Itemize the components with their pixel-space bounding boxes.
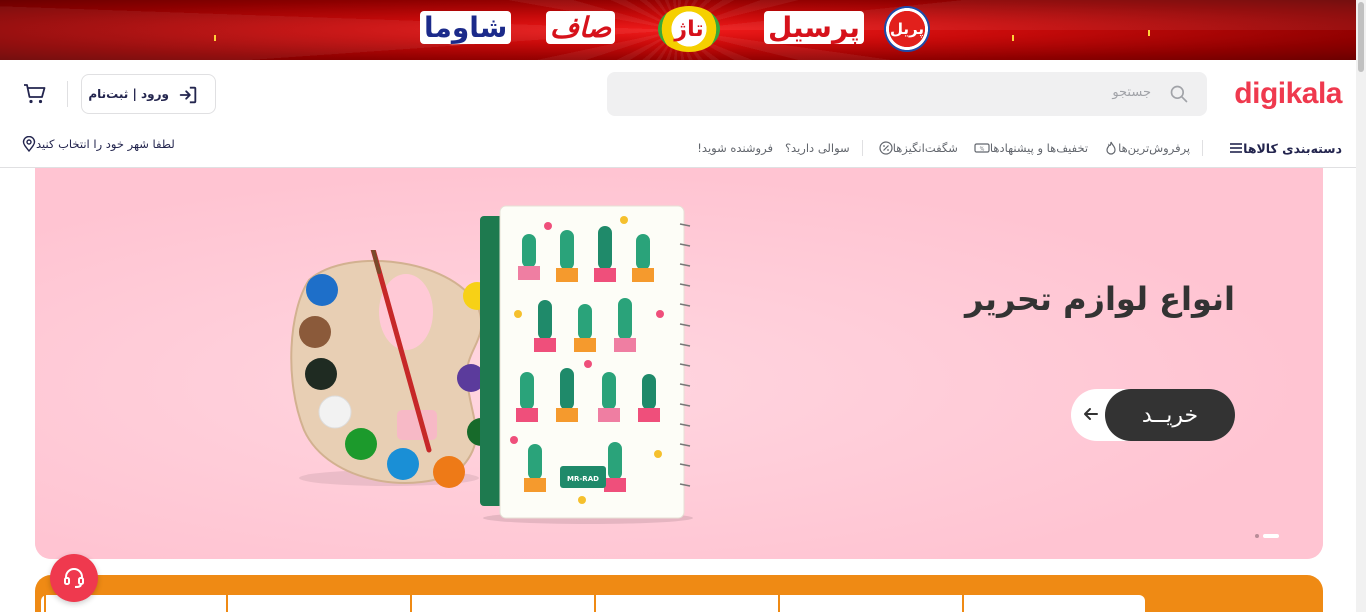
- promo-banner[interactable]: شاوما صاف تاژ پرسیل پریل: [0, 0, 1356, 60]
- location-pin-icon: [22, 136, 36, 152]
- location-selector[interactable]: لطفا شهر خود را انتخاب کنید: [16, 136, 175, 152]
- brand-tage-logo: تاژ: [658, 6, 720, 52]
- location-label: لطفا شهر خود را انتخاب کنید: [36, 137, 175, 151]
- promo-sparkle: [214, 35, 216, 41]
- main-nav: دسته‌بندی کالاها پرفروش‌ترین‌ها % تخفیف‌…: [685, 138, 1342, 158]
- card-separator: [778, 595, 780, 612]
- brand-persil-logo: پرسیل: [764, 11, 864, 44]
- buy-button[interactable]: خریــد: [1105, 389, 1235, 441]
- paint-palette-image: [290, 250, 489, 488]
- scrollbar-thumb[interactable]: [1358, 2, 1364, 72]
- percent-icon: [879, 141, 893, 155]
- nav-item-discounts[interactable]: % تخفیف‌ها و پیشنهادها: [970, 141, 1088, 155]
- offers-cards-strip: [41, 595, 1145, 612]
- support-chat-button[interactable]: [50, 554, 98, 602]
- page-scrollbar[interactable]: [1356, 0, 1366, 612]
- cactus-notebook-image: MR-RAD: [480, 205, 693, 524]
- nav-categories[interactable]: دسته‌بندی کالاها: [1225, 141, 1342, 156]
- nav-divider: [1202, 140, 1204, 156]
- slider-dot-active[interactable]: [1263, 534, 1279, 538]
- cart-icon[interactable]: [23, 83, 47, 105]
- search-placeholder: جستجو: [1112, 85, 1151, 100]
- nav-item-label: شگفت‌انگیزها: [892, 141, 958, 155]
- promo-sparkle: [1148, 30, 1150, 36]
- hero-title: انواع لوازم تحریر: [965, 280, 1235, 318]
- brand-saf-logo: صاف: [546, 11, 616, 44]
- svg-text:%: %: [980, 147, 985, 153]
- buy-cta[interactable]: خریــد: [1071, 389, 1235, 441]
- promo-sparkle: [1012, 35, 1014, 41]
- card-separator: [962, 595, 964, 612]
- headset-icon: [64, 568, 84, 588]
- nav-item-amazing[interactable]: شگفت‌انگیزها: [875, 141, 958, 155]
- card-separator: [226, 595, 228, 612]
- coupon-icon: %: [974, 143, 990, 153]
- nav-item-bestsellers[interactable]: پرفروش‌ترین‌ها: [1100, 141, 1190, 155]
- nav-item-label: سوالی دارید؟: [784, 141, 850, 155]
- nav-item-become-seller[interactable]: فروشنده شوید!: [697, 141, 773, 155]
- login-icon: [179, 86, 197, 104]
- digikala-logo[interactable]: digikala: [1234, 77, 1342, 111]
- arrow-left-icon: [1084, 408, 1098, 420]
- card-separator: [410, 595, 412, 612]
- card-separator: [594, 595, 596, 612]
- nav-item-label: پرفروش‌ترین‌ها: [1118, 141, 1191, 155]
- search-icon: [1170, 85, 1188, 103]
- nav-item-label: تخفیف‌ها و پیشنهادها: [989, 141, 1089, 155]
- hero-slider[interactable]: MR-RAD انواع لوازم تحریر خریــد: [35, 168, 1323, 559]
- site-header: digikala جستجو ورود | ثبت‌نام دسته‌بندی …: [0, 60, 1356, 168]
- login-label: ورود | ثبت‌نام: [88, 87, 169, 101]
- search-input[interactable]: جستجو: [607, 72, 1207, 116]
- brand-shavoma-logo: شاوما: [420, 11, 512, 44]
- nav-divider: [861, 140, 863, 156]
- slider-dots: [1255, 534, 1279, 538]
- login-button[interactable]: ورود | ثبت‌نام: [81, 74, 216, 114]
- card-separator: [44, 595, 46, 612]
- nav-categories-label: دسته‌بندی کالاها: [1243, 140, 1342, 156]
- nav-item-faq[interactable]: سوالی دارید؟: [785, 141, 850, 155]
- slider-dot[interactable]: [1255, 534, 1259, 538]
- amazing-offers-section: [35, 575, 1323, 612]
- fire-icon: [1106, 141, 1116, 155]
- notebook-label: MR-RAD: [567, 475, 599, 483]
- header-divider: [67, 81, 68, 107]
- nav-item-label: فروشنده شوید!: [697, 141, 773, 155]
- hamburger-icon: [1230, 143, 1243, 153]
- brand-pril-logo: پریل: [884, 6, 930, 52]
